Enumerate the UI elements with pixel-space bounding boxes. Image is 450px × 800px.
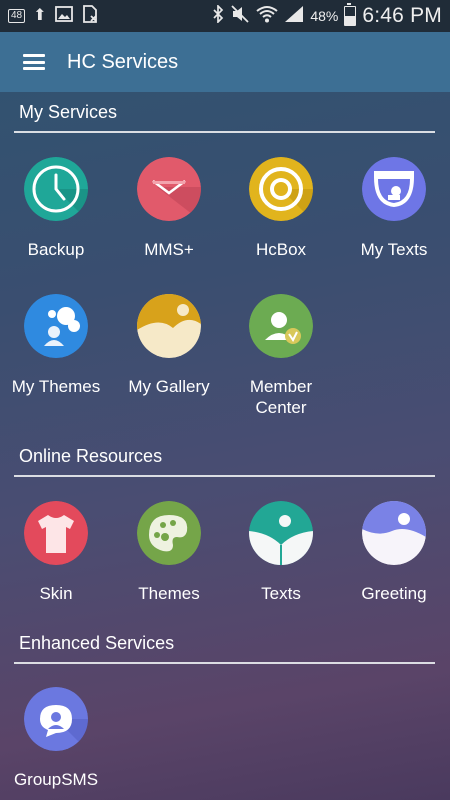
service-label: My Texts xyxy=(360,240,428,259)
resource-skin[interactable]: Skin xyxy=(0,501,112,604)
service-label: My Gallery xyxy=(128,377,210,396)
menu-icon[interactable] xyxy=(23,54,45,70)
resource-label: Greeting xyxy=(361,584,427,603)
enhanced-label: GroupSMS xyxy=(13,770,99,789)
mute-icon xyxy=(230,5,250,27)
group-sms-icon xyxy=(24,687,88,751)
service-label: HcBox xyxy=(255,240,307,259)
envelope-icon xyxy=(137,157,201,221)
resource-label: Texts xyxy=(261,584,301,603)
clock-time: 6:46 PM xyxy=(362,4,442,27)
service-hcbox[interactable]: HcBox xyxy=(225,157,337,260)
wifi-icon xyxy=(256,5,278,27)
palette-icon xyxy=(137,501,201,565)
service-member-center[interactable]: Member Center xyxy=(225,294,337,418)
enhanced-groupsms[interactable]: GroupSMS xyxy=(0,687,112,790)
section-title-my-services: My Services xyxy=(19,102,118,122)
clock-icon xyxy=(24,157,88,221)
shirt-icon xyxy=(24,501,88,565)
service-label: Member Center xyxy=(249,377,313,417)
leaf-icon xyxy=(249,501,313,565)
battery-percent: 48% xyxy=(310,8,339,24)
page-title: HC Services xyxy=(67,50,179,73)
resource-label: Skin xyxy=(39,584,73,603)
service-backup[interactable]: Backup xyxy=(0,157,112,260)
bluetooth-icon xyxy=(212,3,224,27)
divider xyxy=(14,475,435,477)
app-toolbar: HC Services xyxy=(0,32,450,92)
service-label: Backup xyxy=(27,240,85,259)
service-label: My Themes xyxy=(11,377,101,396)
service-my-texts[interactable]: My Texts xyxy=(338,157,450,260)
sim-missing-icon xyxy=(81,5,99,27)
notification-count-badge: 48 xyxy=(8,9,26,23)
service-my-gallery[interactable]: My Gallery xyxy=(113,294,225,397)
status-bar: 48 ⬆ 48% 6:46 PM xyxy=(0,0,450,32)
resource-greeting[interactable]: Greeting xyxy=(338,501,450,604)
resource-label: Themes xyxy=(138,584,200,603)
texts-icon xyxy=(362,157,426,221)
themes-icon xyxy=(24,294,88,358)
greeting-icon xyxy=(362,501,426,565)
divider xyxy=(14,131,435,133)
resource-texts[interactable]: Texts xyxy=(225,501,337,604)
signal-icon xyxy=(284,5,304,27)
divider xyxy=(14,662,435,664)
service-label: MMS+ xyxy=(144,240,194,259)
image-icon xyxy=(54,6,73,26)
section-title-enhanced-services: Enhanced Services xyxy=(19,633,175,653)
section-title-online-resources: Online Resources xyxy=(19,446,163,466)
battery-icon xyxy=(344,3,357,26)
service-mms-plus[interactable]: MMS+ xyxy=(113,157,225,260)
upload-icon: ⬆ xyxy=(33,7,47,24)
gallery-icon xyxy=(137,294,201,358)
box-icon xyxy=(249,157,313,221)
resource-themes[interactable]: Themes xyxy=(113,501,225,604)
member-icon xyxy=(249,294,313,358)
service-my-themes[interactable]: My Themes xyxy=(0,294,112,397)
